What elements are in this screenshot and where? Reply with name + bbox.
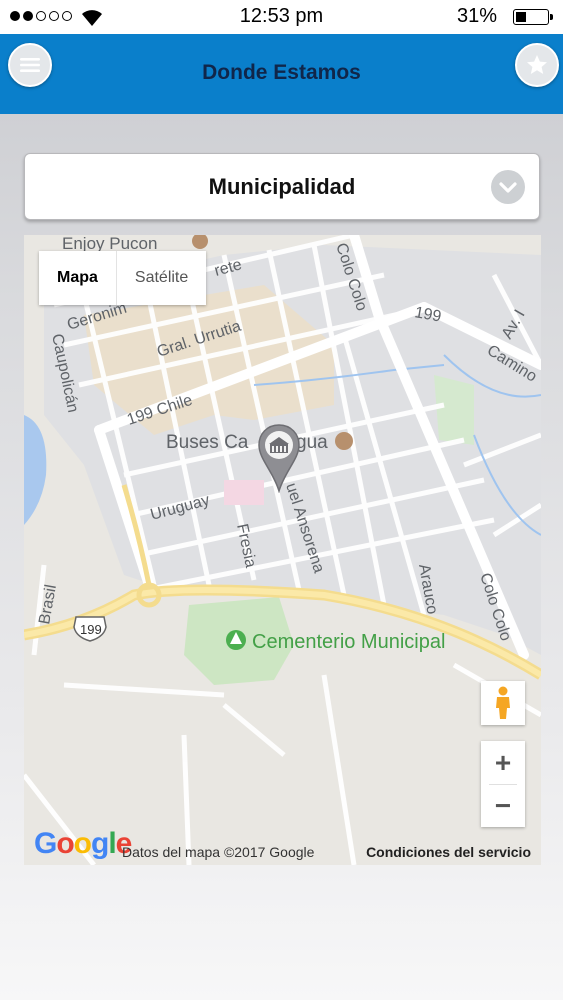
street-view-pegman-icon: [496, 686, 510, 719]
map-type-mapa[interactable]: Mapa: [39, 251, 117, 305]
zoom-in-button[interactable]: +: [481, 741, 525, 784]
map-view[interactable]: Enjoy Pucon Colo Colo rete Geronim Gral.…: [24, 235, 541, 865]
route-shield-label: 199: [80, 622, 102, 637]
map-label: Cementerio Municipal: [252, 631, 445, 653]
star-icon: [527, 55, 547, 74]
terms-link[interactable]: Condiciones del servicio: [366, 844, 531, 860]
street-view-button[interactable]: [481, 681, 525, 725]
map-type-satelite[interactable]: Satélite: [117, 251, 206, 305]
zoom-controls: + −: [481, 741, 525, 827]
map-type-toggle: Mapa Satélite: [39, 251, 207, 305]
zoom-out-button[interactable]: −: [481, 784, 525, 827]
map-label: Buses Ca: [166, 432, 249, 453]
location-select[interactable]: Municipalidad: [24, 153, 540, 220]
app-header: Donde Estamos: [0, 34, 563, 114]
status-bar: 12:53 pm 31%: [0, 0, 563, 34]
page-title: Donde Estamos: [202, 61, 361, 84]
map-attribution: Datos del mapa ©2017 Google: [122, 844, 315, 860]
favorite-button[interactable]: [515, 43, 559, 87]
selected-location: Municipalidad: [208, 174, 356, 199]
chevron-down-icon: [491, 170, 525, 204]
municipal-building-pin-icon[interactable]: [256, 423, 302, 493]
battery-percent: 31%: [456, 5, 497, 27]
map-canvas[interactable]: Enjoy Pucon Colo Colo rete Geronim Gral.…: [24, 235, 541, 865]
battery-icon: [513, 9, 553, 25]
google-logo: Google: [34, 827, 132, 860]
